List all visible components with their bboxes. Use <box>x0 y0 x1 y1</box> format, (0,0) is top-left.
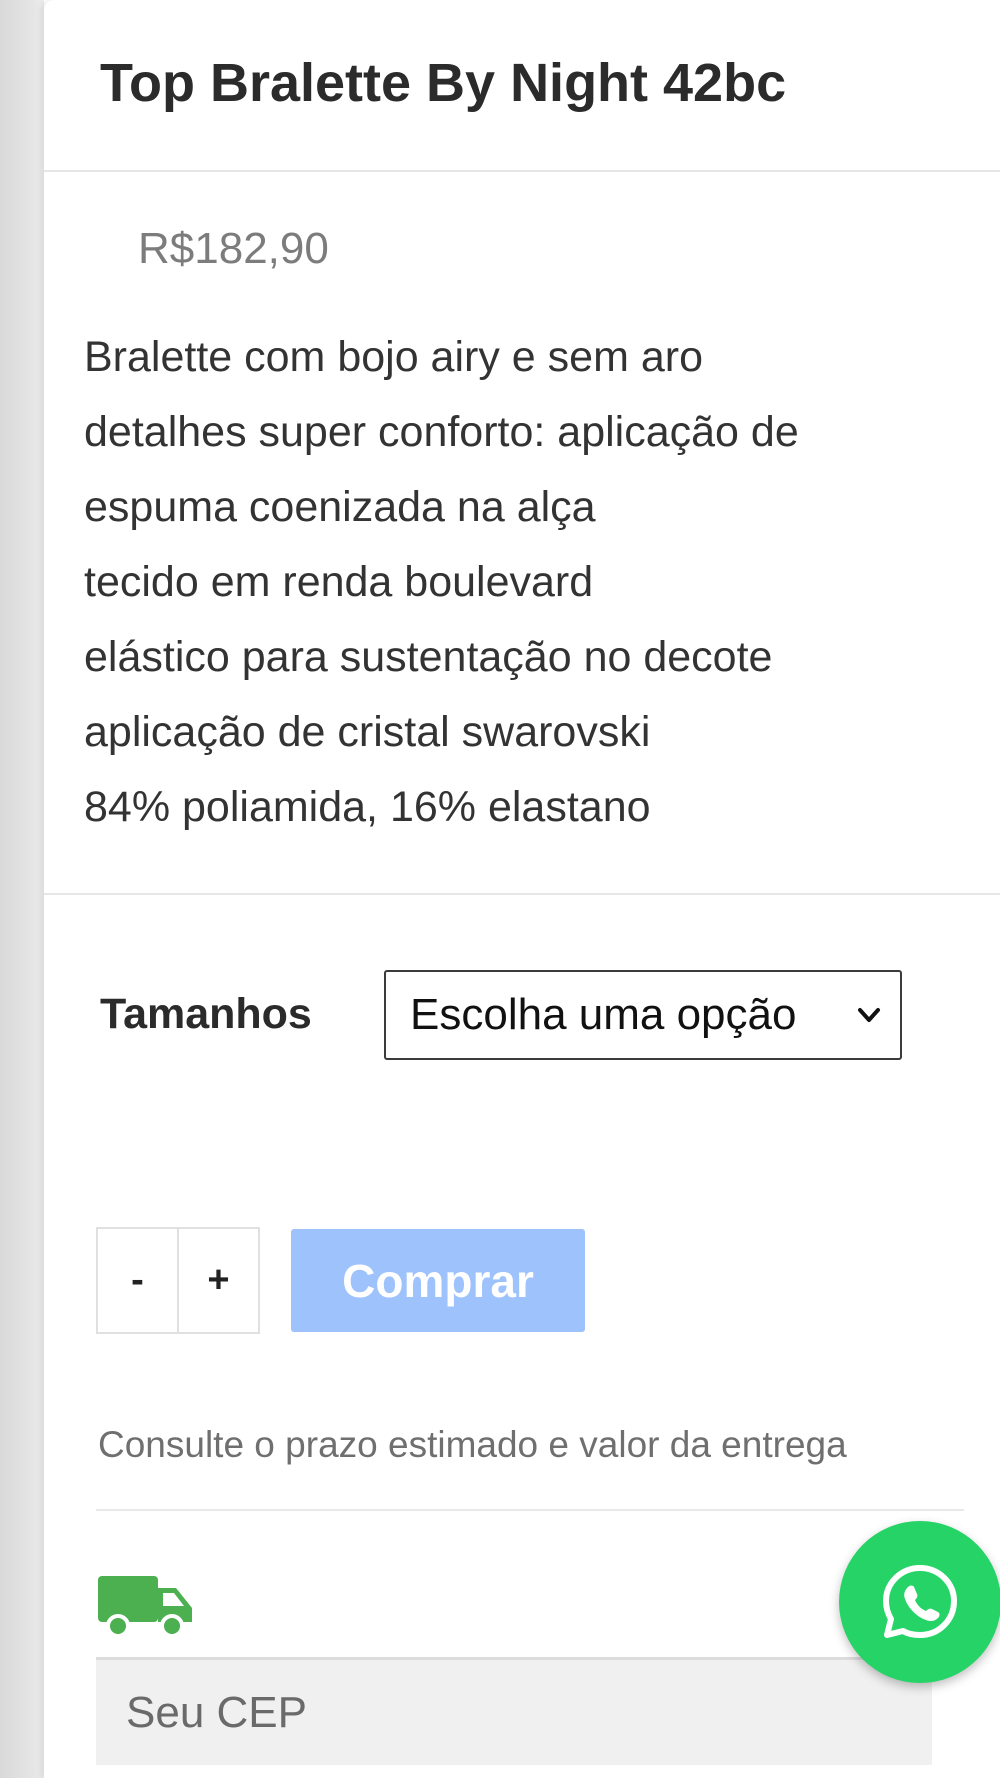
description-line: espuma coenizada na alça <box>84 483 596 531</box>
description-line: detalhes super conforto: aplicação de <box>84 408 799 456</box>
page-backdrop <box>0 0 44 1778</box>
product-title: Top Bralette By Night 42bc <box>100 53 787 113</box>
whatsapp-icon <box>883 1565 957 1638</box>
size-select[interactable]: Escolha uma opção <box>384 970 902 1060</box>
product-description: Bralette com bojo airy e sem aro detalhe… <box>84 320 984 845</box>
description-line: aplicação de cristal swarovski <box>84 708 651 756</box>
quantity-increase-button[interactable]: + <box>179 1229 258 1332</box>
description-line: 84% poliamida, 16% elastano <box>84 783 651 831</box>
product-price: R$182,90 <box>138 224 329 273</box>
product-header: Top Bralette By Night 42bc <box>44 0 1000 172</box>
size-select-value: Escolha uma opção <box>410 990 797 1039</box>
quantity-stepper: - + <box>96 1227 260 1334</box>
quantity-decrease-button[interactable]: - <box>98 1229 179 1332</box>
shipping-hint: Consulte o prazo estimado e valor da ent… <box>98 1424 847 1465</box>
section-divider <box>44 893 1000 895</box>
size-label: Tamanhos <box>100 990 312 1038</box>
description-line: tecido em renda boulevard <box>84 558 594 606</box>
cep-input[interactable]: Seu CEP <box>96 1657 932 1765</box>
description-line: Bralette com bojo airy e sem aro <box>84 333 703 381</box>
chevron-down-icon <box>858 1008 880 1022</box>
product-panel: Top Bralette By Night 42bc R$182,90 Bral… <box>44 0 1000 1778</box>
buy-button[interactable]: Comprar <box>291 1229 585 1332</box>
whatsapp-button[interactable] <box>839 1521 1000 1683</box>
description-line: elástico para sustentação no decote <box>84 633 773 681</box>
shipping-divider <box>96 1509 964 1511</box>
truck-icon <box>98 1576 192 1638</box>
